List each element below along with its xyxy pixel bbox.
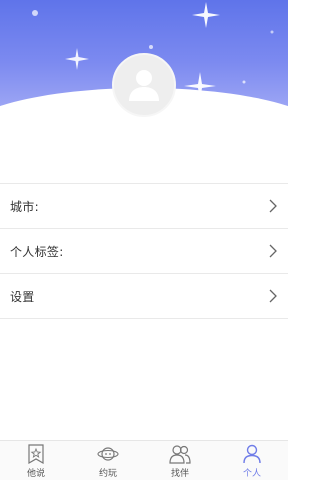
- sparkle-icon: [149, 45, 153, 49]
- chevron-right-icon: [269, 199, 277, 213]
- planet-chat-icon: [97, 447, 119, 461]
- chevron-right-icon: [269, 289, 277, 303]
- sparkle-icon: [270, 30, 274, 34]
- list-item-settings[interactable]: 设置: [0, 274, 288, 319]
- tab-label: 约玩: [98, 469, 117, 479]
- profile-screen: 城市: 个人标签: 设置 他说 约玩 找伴 个人: [0, 0, 288, 480]
- list-item-label: 个人标签:: [10, 244, 64, 259]
- tab-label: 他说: [26, 469, 45, 479]
- chevron-right-icon: [269, 244, 277, 258]
- people-icon: [169, 445, 191, 464]
- tab-ta-shuo[interactable]: 他说: [0, 441, 72, 480]
- tab-label: 找伴: [170, 469, 189, 479]
- list-item-city[interactable]: 城市:: [0, 184, 288, 229]
- tab-ge-ren[interactable]: 个人: [216, 441, 288, 480]
- avatar[interactable]: [112, 53, 176, 117]
- tab-label: 个人: [242, 469, 261, 479]
- sparkle-icon: [65, 48, 89, 70]
- tab-yue-wan[interactable]: 约玩: [72, 441, 144, 480]
- sparkle-icon: [192, 2, 220, 28]
- user-placeholder-icon: [129, 70, 159, 101]
- tab-zhao-ban[interactable]: 找伴: [144, 441, 216, 480]
- sparkle-icon: [242, 80, 246, 84]
- bottom-tab-bar: 他说 约玩 找伴 个人: [0, 440, 288, 480]
- sparkle-icon: [32, 10, 38, 16]
- list-item-label: 设置: [10, 289, 35, 304]
- bookmark-star-icon: [28, 444, 44, 464]
- settings-list: 城市: 个人标签: 设置: [0, 183, 288, 319]
- list-item-label: 城市:: [10, 199, 39, 214]
- person-icon: [243, 444, 261, 464]
- list-item-tags[interactable]: 个人标签:: [0, 229, 288, 274]
